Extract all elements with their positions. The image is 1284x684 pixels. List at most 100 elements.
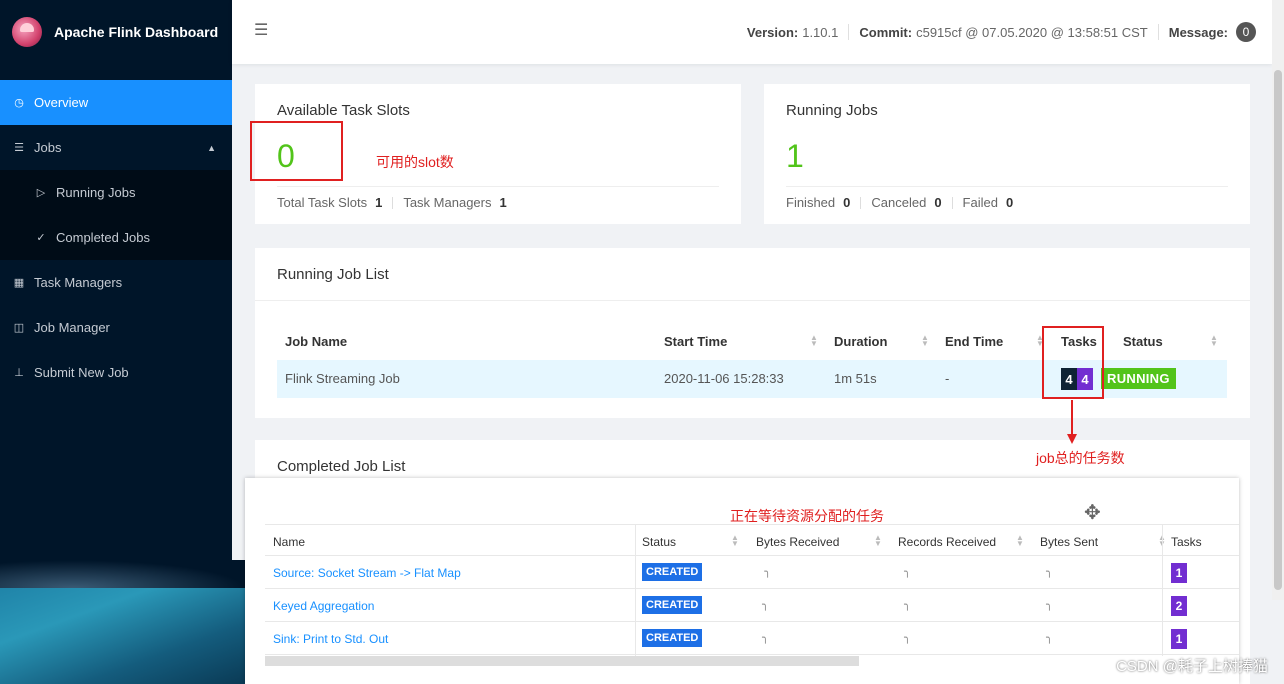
table-row[interactable]: Sink: Print to Std. Out CREATED ╮ ╮ ╮ 1 xyxy=(265,622,1239,655)
column-header-end-time[interactable]: End Time xyxy=(945,334,1003,349)
sidebar-item-running-jobs[interactable]: ▷ Running Jobs xyxy=(0,170,232,215)
loading-icon: ╮ xyxy=(1046,566,1053,578)
sidebar-item-jobs[interactable]: ☰ Jobs ▲ xyxy=(0,125,232,170)
vertex-name[interactable]: Sink: Print to Std. Out xyxy=(273,632,388,646)
divider xyxy=(786,186,1228,187)
message-label[interactable]: Message: xyxy=(1169,25,1228,40)
sidebar-item-job-manager[interactable]: ◫ Job Manager xyxy=(0,305,232,350)
canceled-label: Canceled xyxy=(871,195,927,210)
column-header-duration[interactable]: Duration xyxy=(834,334,887,349)
sidebar-item-overview[interactable]: ◷ Overview xyxy=(0,80,232,125)
message-count-badge[interactable]: 0 xyxy=(1236,22,1256,42)
check-circle-icon: ✓ xyxy=(36,232,46,244)
sidebar-item-label: Task Managers xyxy=(34,275,123,290)
status-badge: CREATED xyxy=(642,596,703,614)
loading-icon: ╮ xyxy=(762,632,769,644)
list-icon: ☰ xyxy=(14,142,24,154)
status-badge: CREATED xyxy=(642,563,703,581)
chevron-up-icon: ▲ xyxy=(207,142,216,153)
jobs-stats: Finished 0 Canceled 0 Failed 0 xyxy=(786,195,1023,210)
column-header-job-name[interactable]: Job Name xyxy=(285,334,347,349)
task-managers-label: Task Managers xyxy=(403,195,492,210)
job-duration: 1m 51s xyxy=(834,371,877,386)
cluster-icon: ◫ xyxy=(13,322,25,334)
sort-icon[interactable]: ▲▼ xyxy=(1210,334,1218,348)
scrollbar-thumb[interactable] xyxy=(1274,70,1282,590)
sidebar-item-label: Job Manager xyxy=(34,320,110,335)
table-header: Name Status ▲ ▼ Bytes Received ▲ ▼ Records… xyxy=(265,524,1239,556)
finished-label: Finished xyxy=(786,195,836,210)
sidebar-item-submit-new-job[interactable]: ⊥ Submit New Job xyxy=(0,350,232,395)
column-header-tasks[interactable]: Tasks xyxy=(1171,535,1202,549)
failed-value: 0 xyxy=(1005,195,1014,210)
job-end-time: - xyxy=(945,371,950,386)
page-scrollbar[interactable] xyxy=(1272,0,1284,600)
background-wave xyxy=(0,560,245,684)
annotation-text-slots: 可用的slot数 xyxy=(376,154,454,170)
sort-icon[interactable]: ▲▼ xyxy=(921,334,929,348)
finished-value: 0 xyxy=(843,195,851,210)
header-info: Version: 1.10.1 Commit: c5915cf @ 07.05.… xyxy=(747,22,1256,42)
task-count-badge: 1 xyxy=(1171,563,1187,583)
horizontal-scrollbar[interactable] xyxy=(265,656,859,666)
divider xyxy=(392,196,394,209)
commit-label: Commit: xyxy=(859,24,913,40)
task-count-badge: 1 xyxy=(1171,629,1187,649)
divider xyxy=(951,196,953,209)
annotation-box-tasks xyxy=(1042,326,1104,399)
loading-icon: ╮ xyxy=(1046,632,1053,644)
sort-icon[interactable]: ▲▼ xyxy=(810,334,818,348)
sort-icon[interactable]: ▲▼ xyxy=(731,534,739,548)
divider xyxy=(255,300,1250,301)
version-label: Version: xyxy=(746,24,799,40)
loading-icon: ╮ xyxy=(904,566,911,578)
status-badge: RUNNING xyxy=(1101,368,1176,389)
sidebar-item-label: Submit New Job xyxy=(34,365,129,380)
divider xyxy=(1157,24,1159,40)
column-header-bytes-sent[interactable]: Bytes Sent xyxy=(1040,535,1098,549)
vertex-name[interactable]: Source: Socket Stream -> Flat Map xyxy=(273,566,461,580)
status-badge: CREATED xyxy=(642,629,703,647)
column-divider xyxy=(1162,524,1163,656)
sidebar-nav: ◷ Overview ☰ Jobs ▲ ▷ Running Jobs ✓ Com… xyxy=(0,80,232,395)
sidebar-item-task-managers[interactable]: ▦ Task Managers xyxy=(0,260,232,305)
running-jobs-card: Running Jobs 1 Finished 0 Canceled 0 Fai… xyxy=(764,84,1250,224)
upload-icon: ⊥ xyxy=(14,367,24,379)
column-header-status[interactable]: Status xyxy=(642,535,676,549)
failed-label: Failed xyxy=(962,195,998,210)
total-slots-label: Total Task Slots xyxy=(277,195,368,210)
column-header-records-received[interactable]: Records Received xyxy=(898,535,996,549)
flink-logo-icon xyxy=(12,17,42,47)
sidebar-item-label: Completed Jobs xyxy=(56,230,150,245)
commit-value: c5915cf @ 07.05.2020 @ 13:58:51 CST xyxy=(916,24,1148,40)
task-managers-value: 1 xyxy=(499,195,507,210)
sort-icon[interactable]: ▲▼ xyxy=(1016,534,1024,548)
move-icon: ✥ xyxy=(1084,502,1101,524)
column-header-status[interactable]: Status xyxy=(1123,334,1163,349)
task-count-badge: 2 xyxy=(1171,596,1187,616)
logo-row[interactable]: Apache Flink Dashboard xyxy=(0,0,232,64)
version-value: 1.10.1 xyxy=(802,24,839,40)
loading-icon: ╮ xyxy=(904,632,911,644)
loading-icon: ╮ xyxy=(762,599,769,611)
sidebar-item-completed-jobs[interactable]: ✓ Completed Jobs xyxy=(0,215,232,260)
column-divider xyxy=(635,524,636,656)
column-header-bytes-received[interactable]: Bytes Received xyxy=(756,535,839,549)
vertex-name[interactable]: Keyed Aggregation xyxy=(273,599,374,613)
loading-icon: ╮ xyxy=(762,566,771,578)
column-header-start-time[interactable]: Start Time xyxy=(664,334,727,349)
sidebar-item-label: Running Jobs xyxy=(56,185,136,200)
divider xyxy=(848,24,850,40)
job-name: Flink Streaming Job xyxy=(285,371,400,386)
sort-icon[interactable]: ▲▼ xyxy=(874,534,882,548)
app-title: Apache Flink Dashboard xyxy=(54,24,219,40)
table-row[interactable]: Source: Socket Stream -> Flat Map CREATE… xyxy=(265,556,1239,589)
canceled-value: 0 xyxy=(934,195,942,210)
menu-fold-icon[interactable]: ☰ xyxy=(254,20,268,40)
play-circle-icon: ▷ xyxy=(36,187,46,199)
card-title: Running Jobs xyxy=(786,102,878,119)
table-row[interactable]: Keyed Aggregation CREATED ╮ ╮ ╮ 2 xyxy=(265,589,1239,622)
divider xyxy=(860,196,862,209)
schedule-icon: ▦ xyxy=(13,277,25,289)
column-header-name[interactable]: Name xyxy=(273,535,305,549)
